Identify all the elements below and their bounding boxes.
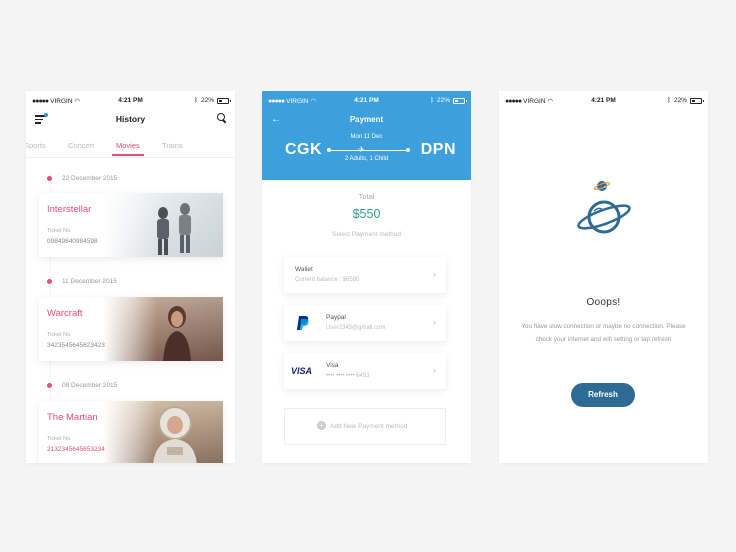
bluetooth-icon: ᛒ [667, 97, 671, 104]
ticket-number: 2132345645653234 [47, 446, 105, 453]
history-header: History [26, 111, 235, 133]
active-tab-indicator [112, 154, 144, 156]
refresh-button[interactable]: Refresh [571, 383, 635, 407]
payment-method-wallet[interactable]: Wallet Current balance : $6580 › [284, 257, 446, 293]
route-line [327, 148, 410, 152]
timeline-dot [47, 176, 52, 181]
payment-method-paypal[interactable]: Paypal User2345@gmail.com › [284, 305, 446, 341]
visa-icon: VISA [291, 366, 313, 376]
bluetooth-icon: ᛒ [430, 97, 434, 104]
select-method-label: Select Payment method [331, 231, 401, 238]
add-payment-method-button[interactable]: + Add New Payment method [284, 408, 446, 445]
battery-icon [217, 97, 231, 104]
movie-title: Interstellar [47, 204, 92, 215]
planet-icon [577, 181, 631, 234]
entry-date: 11 December 2015 [62, 278, 117, 285]
ticket-card[interactable]: Warcraft Ticket No. 3423545645623423 [39, 297, 223, 361]
tab-trains[interactable]: Trains [162, 141, 183, 150]
ticket-label: Ticket No. [47, 228, 72, 234]
ticket-label: Ticket No. [47, 436, 72, 442]
battery-icon [453, 97, 467, 104]
passenger-count: 2 Adults, 1 Child [344, 156, 389, 162]
movie-poster [103, 401, 223, 463]
ticket-number: 3423545645623423 [47, 342, 105, 349]
ticket-number: 09849840984598 [47, 238, 98, 245]
method-name: Paypal [326, 314, 346, 321]
entry-date: 08 December 2015 [62, 382, 118, 389]
battery-label: 22% [436, 97, 450, 104]
method-detail: Current balance : $6580 [295, 277, 360, 283]
chevron-right-icon: › [433, 269, 436, 279]
method-detail: •••• •••• •••• 6453 [326, 373, 370, 379]
chevron-right-icon: › [433, 317, 436, 327]
ticket-card[interactable]: The Martian Ticket No. 2132345645653234 [39, 401, 223, 463]
bluetooth-icon: ᛒ [194, 97, 198, 104]
method-detail: User2345@gmail.com [326, 325, 386, 331]
ticket-label: Ticket No. [47, 332, 72, 338]
battery-label: 22% [673, 97, 687, 104]
movie-poster [103, 193, 223, 257]
tab-concert[interactable]: Concert [68, 141, 94, 150]
status-bar: ●●●●● VIRGIN ◠ 4:21 PM ᛒ 22% [262, 91, 471, 111]
timeline-dot [47, 383, 52, 388]
movie-title: Warcraft [47, 308, 83, 319]
history-screen: ●●●●● VIRGIN ◠ 4:21 PM ᛒ 22% History Sports… [26, 91, 235, 463]
flight-date: Mon 11 Dec [350, 134, 383, 140]
no-connection-screen: ●●●●● VIRGIN ◠ 4:21 PM ᛒ 22% Ooops! You hav… [499, 91, 708, 463]
total-label: Total [358, 192, 375, 201]
search-icon[interactable] [217, 113, 226, 122]
battery-icon [690, 97, 704, 104]
payment-method-visa[interactable]: VISA Visa •••• •••• •••• 6453 › [284, 353, 446, 389]
status-bar: ●●●●● VIRGIN ◠ 4:21 PM ᛒ 22% [26, 91, 235, 111]
flight-header: ●●●●● VIRGIN ◠ 4:21 PM ᛒ 22% ← Payment Mon … [262, 91, 471, 180]
battery-label: 22% [200, 97, 214, 104]
page-title: History [115, 114, 146, 124]
plane-icon: ✈ [358, 145, 365, 154]
tab-movies[interactable]: Movies [116, 141, 140, 150]
method-name: Visa [326, 362, 339, 369]
entry-date: 22 December 2015 [62, 175, 118, 182]
timeline-dot [47, 279, 52, 284]
status-bar: ●●●●● VIRGIN ◠ 4:21 PM ᛒ 22% [499, 91, 708, 111]
movie-title: The Martian [47, 412, 98, 423]
error-message: You have slow connection or maybe no con… [521, 323, 686, 343]
chevron-right-icon: › [433, 365, 436, 375]
plus-icon: + [317, 421, 326, 430]
total-amount: $550 [352, 207, 381, 221]
payment-screen: ●●●●● VIRGIN ◠ 4:21 PM ᛒ 22% ← Payment Mon … [262, 91, 471, 463]
paypal-icon [297, 316, 309, 330]
movie-poster [103, 297, 223, 361]
add-method-label: Add New Payment method [330, 423, 408, 430]
tab-sports[interactable]: Sports [26, 141, 46, 150]
ticket-card[interactable]: Interstellar Ticket No. 09849840984598 [39, 193, 223, 257]
error-title: Ooops! [586, 297, 621, 308]
page-title: Payment [349, 115, 384, 124]
method-name: Wallet [295, 266, 313, 273]
category-tabs: Sports Concert Movies Trains [26, 139, 235, 157]
